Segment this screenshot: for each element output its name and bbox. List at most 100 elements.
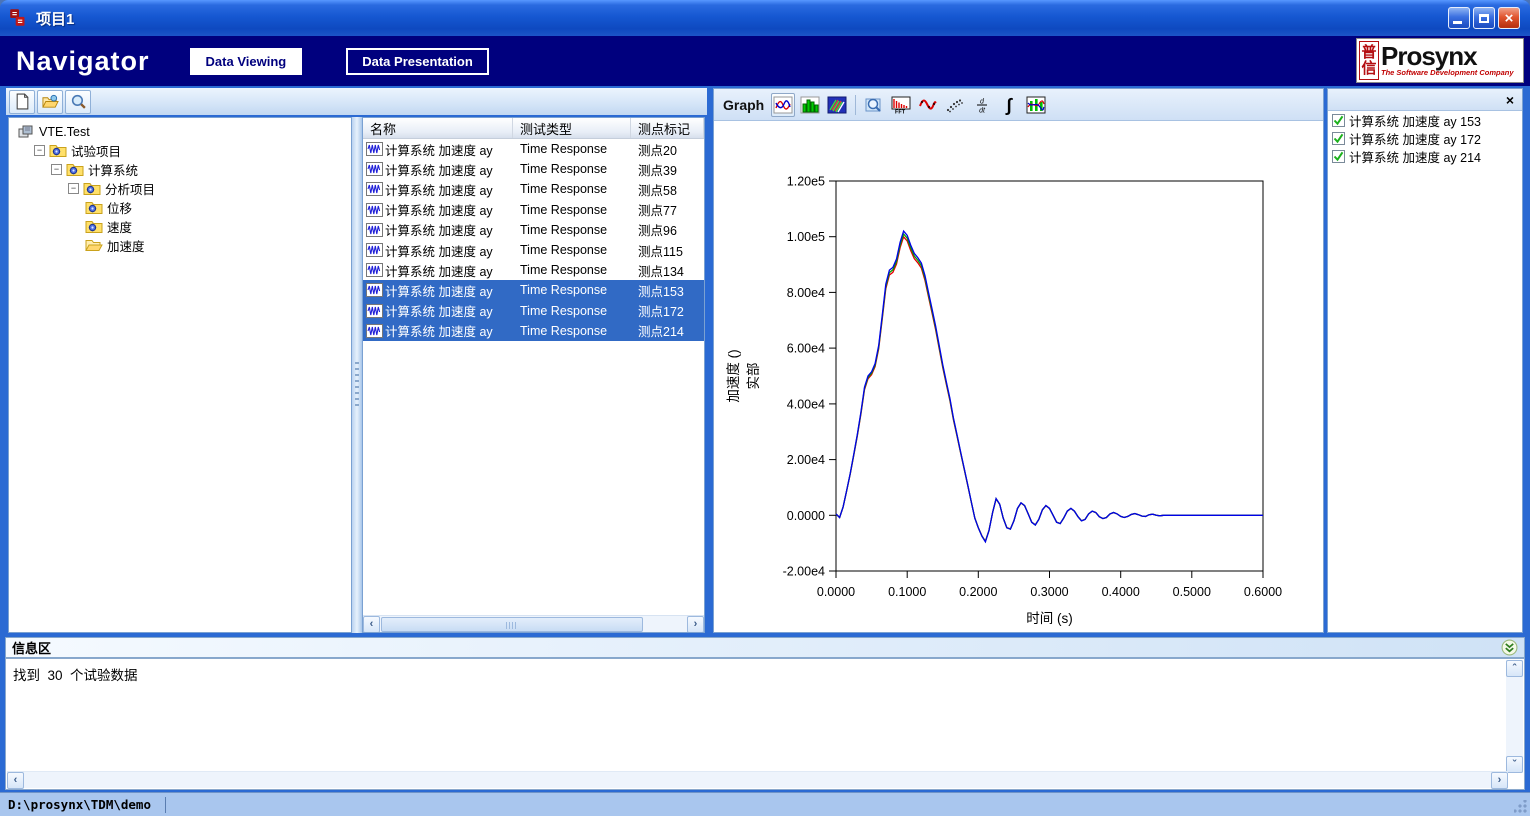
integral-button[interactable]: ∫ <box>997 93 1021 117</box>
table-row[interactable]: 计算系统 加速度 ayTime Response测点58 <box>363 179 704 199</box>
tree-item-label: 计算系统 <box>88 160 138 179</box>
bar-chart-button[interactable] <box>798 93 822 117</box>
column-header-name[interactable]: 名称 <box>363 118 513 138</box>
scrollbar-thumb[interactable] <box>381 617 643 632</box>
svg-text:加速度 (): 加速度 () <box>726 349 741 402</box>
line-chart-button[interactable] <box>771 93 795 117</box>
fft-button[interactable]: FFT <box>889 93 913 117</box>
table-row[interactable]: 计算系统 加速度 ayTime Response测点214 <box>363 321 704 341</box>
table-row[interactable]: 计算系统 加速度 ayTime Response测点39 <box>363 159 704 179</box>
close-button[interactable]: × <box>1498 7 1520 29</box>
tree-item[interactable]: −分析项目 <box>9 179 351 198</box>
cell-name: 计算系统 加速度 ay <box>385 321 513 340</box>
svg-text:0.4000: 0.4000 <box>1102 585 1140 599</box>
cell-name: 计算系统 加速度 ay <box>385 140 513 159</box>
vertical-splitter[interactable] <box>352 117 362 633</box>
tree-item[interactable]: − 计算系统 <box>9 160 351 179</box>
scroll-down-icon[interactable]: ˇ <box>1506 756 1523 773</box>
legend-item[interactable]: 计算系统 加速度 ay 214 <box>1328 147 1522 165</box>
open-folder-button[interactable] <box>37 90 63 114</box>
cell-type: Time Response <box>513 304 631 318</box>
cell-type: Time Response <box>513 243 631 257</box>
tree-collapse-icon[interactable]: − <box>34 145 45 156</box>
svg-text:0.5000: 0.5000 <box>1173 585 1211 599</box>
checkbox-checked-icon[interactable] <box>1332 114 1345 127</box>
cell-type: Time Response <box>513 142 631 156</box>
legend-close-icon[interactable]: × <box>1506 93 1514 107</box>
folder-gear-icon <box>66 162 84 177</box>
table-row[interactable]: 计算系统 加速度 ayTime Response测点134 <box>363 260 704 280</box>
collapse-chevron-icon[interactable] <box>1501 639 1518 656</box>
new-file-button[interactable] <box>9 90 35 114</box>
vte-icon <box>17 124 35 139</box>
maximize-button[interactable] <box>1473 7 1495 29</box>
scatter-fit-button[interactable] <box>943 93 967 117</box>
fft-icon: FFT <box>891 95 911 115</box>
navigator-bar: Navigator Data Viewing Data Presentation… <box>0 36 1530 86</box>
folder-gear-icon <box>85 200 103 215</box>
info-vertical-scrollbar[interactable]: ˆ ˇ <box>1506 660 1523 773</box>
filter-curve-button[interactable] <box>916 93 940 117</box>
table-row[interactable]: 计算系统 加速度 ayTime Response测点20 <box>363 139 704 159</box>
scroll-right-icon[interactable]: › <box>687 616 704 633</box>
cell-name: 计算系统 加速度 ay <box>385 261 513 280</box>
minimize-button[interactable] <box>1448 7 1470 29</box>
search-button[interactable] <box>65 90 91 114</box>
scroll-left-icon[interactable]: ‹ <box>363 616 380 633</box>
waveform-icon <box>366 203 383 217</box>
folder-gear-icon <box>49 143 67 158</box>
checkbox-checked-icon[interactable] <box>1332 132 1345 145</box>
window-controls: × <box>1448 7 1522 29</box>
tree-item[interactable]: 位移 <box>9 198 351 217</box>
tree-item-label: 加速度 <box>107 236 145 255</box>
tree-collapse-icon[interactable]: − <box>51 164 62 175</box>
titlebar[interactable]: 项目1 × <box>0 0 1530 36</box>
tab-data-presentation[interactable]: Data Presentation <box>346 48 489 75</box>
tab-data-viewing[interactable]: Data Viewing <box>190 48 303 75</box>
status-bar: D:\prosynx\TDM\demo <box>0 792 1530 816</box>
resize-grip[interactable] <box>1514 800 1527 813</box>
table-horizontal-scrollbar[interactable]: ‹› <box>363 615 704 632</box>
checkbox-checked-icon[interactable] <box>1332 150 1345 163</box>
derivative-icon: ddt <box>972 95 992 115</box>
tree-item[interactable]: 加速度 <box>9 236 351 255</box>
column-header-point[interactable]: 测点标记 <box>631 118 704 138</box>
legend-item[interactable]: 计算系统 加速度 ay 153 <box>1328 111 1522 129</box>
svg-text:d: d <box>980 98 985 105</box>
svg-text:1.00e5: 1.00e5 <box>787 230 825 244</box>
zoom-chart-button[interactable] <box>862 93 886 117</box>
folder-open-icon <box>85 238 103 253</box>
logo-tagline: The Software Development Company <box>1381 68 1521 77</box>
legend-item[interactable]: 计算系统 加速度 ay 172 <box>1328 129 1522 147</box>
correlation-chart-button[interactable] <box>1024 93 1048 117</box>
tree-collapse-icon[interactable]: − <box>68 183 79 194</box>
derivative-button[interactable]: ddt <box>970 93 994 117</box>
table-row[interactable]: 计算系统 加速度 ayTime Response测点172 <box>363 301 704 321</box>
tree-item[interactable]: − 试验项目 <box>9 141 351 160</box>
table-row[interactable]: 计算系统 加速度 ayTime Response测点115 <box>363 240 704 260</box>
info-area-body: 找到 30 个试验数据 ˆ ˇ ‹ › <box>5 658 1525 790</box>
scroll-right-icon[interactable]: › <box>1491 772 1508 789</box>
legend-panel: × 计算系统 加速度 ay 153计算系统 加速度 ay 172计算系统 加速度… <box>1327 88 1523 633</box>
info-horizontal-scrollbar[interactable]: ‹ › <box>7 771 1508 788</box>
tree-item-label: 试验项目 <box>71 141 121 160</box>
svg-text:4.00e4: 4.00e4 <box>787 397 825 411</box>
svg-text:1.20e5: 1.20e5 <box>787 175 825 189</box>
prosynx-logo: 普信 Prosynx The Software Development Comp… <box>1356 38 1524 83</box>
tree-item[interactable]: 速度 <box>9 217 351 236</box>
table-row[interactable]: 计算系统 加速度 ayTime Response测点153 <box>363 280 704 300</box>
waveform-icon <box>366 142 383 156</box>
tree-item[interactable]: VTE.Test <box>9 122 351 141</box>
column-header-type[interactable]: 测试类型 <box>513 118 631 138</box>
graph-panel: Graph FFTddt∫ 1.20e51.00e58.00e46.00e44.… <box>713 88 1324 633</box>
scroll-left-icon[interactable]: ‹ <box>7 772 24 789</box>
table-row[interactable]: 计算系统 加速度 ayTime Response测点96 <box>363 220 704 240</box>
cell-type: Time Response <box>513 223 631 237</box>
toolbar-separator <box>855 95 856 115</box>
waterfall-chart-button[interactable] <box>825 93 849 117</box>
scroll-up-icon[interactable]: ˆ <box>1506 660 1523 677</box>
line-chart-icon <box>773 95 793 115</box>
search-icon <box>70 93 87 110</box>
table-row[interactable]: 计算系统 加速度 ayTime Response测点77 <box>363 200 704 220</box>
table-header: 名称测试类型测点标记 <box>363 118 704 139</box>
